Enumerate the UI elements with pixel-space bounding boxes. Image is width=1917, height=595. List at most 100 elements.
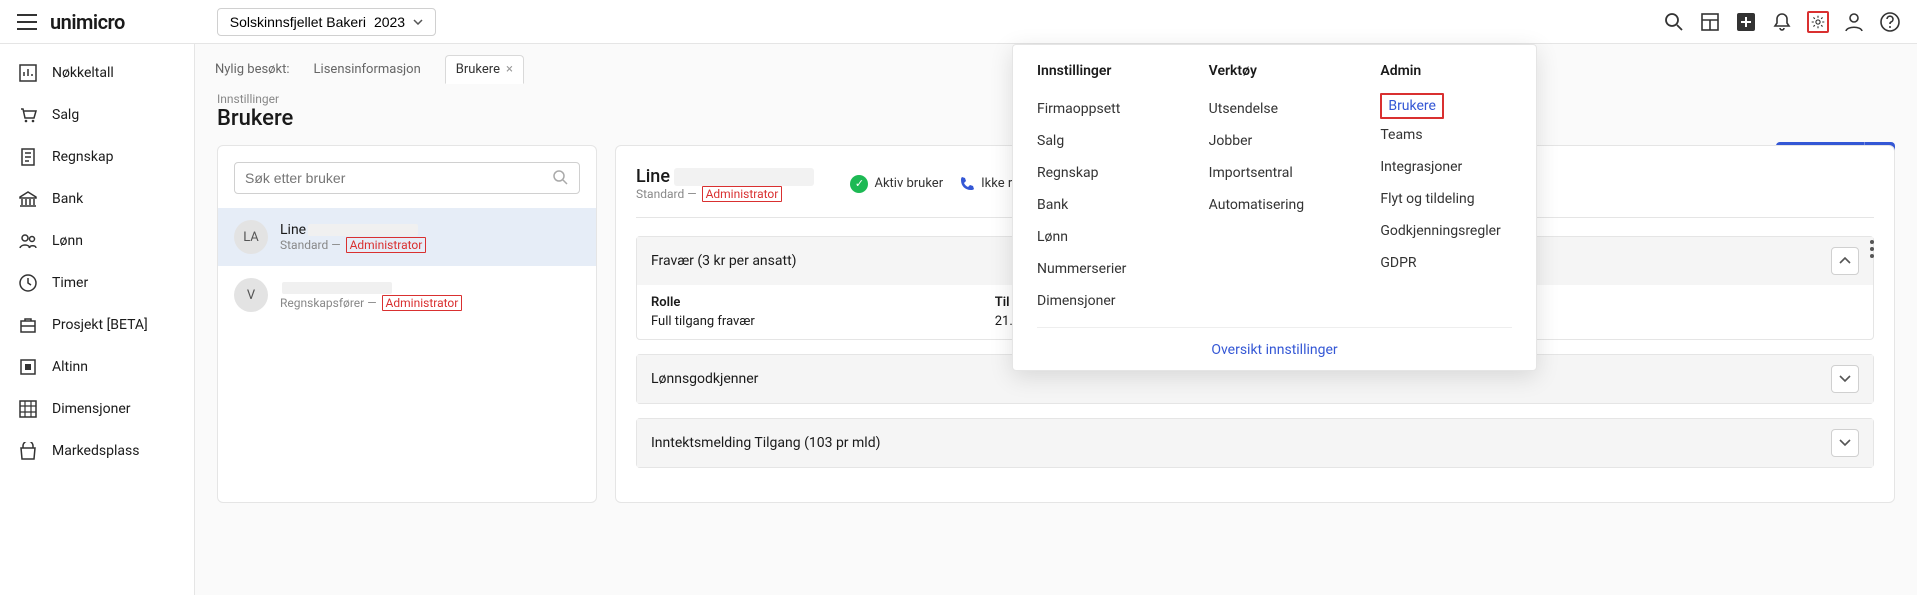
- sidebar-item-timer[interactable]: Timer: [0, 262, 194, 304]
- tab-lisensinformasjon[interactable]: Lisensinformasjon: [304, 56, 431, 83]
- sidebar-item-label: Timer: [52, 275, 88, 291]
- top-bar: unimicro Solskinnsfjellet Bakeri 2023: [0, 0, 1917, 44]
- detail-name: Line: [636, 166, 814, 187]
- dropdown-link[interactable]: Salg: [1037, 125, 1169, 157]
- help-icon[interactable]: [1879, 11, 1901, 33]
- sidebar-item-regnskap[interactable]: Regnskap: [0, 136, 194, 178]
- dropdown-link[interactable]: Utsendelse: [1209, 93, 1341, 125]
- document-icon: [18, 148, 38, 166]
- col-label: Til: [995, 295, 1013, 310]
- col-value: Full tilgang fravær: [651, 314, 755, 329]
- user-name: [280, 280, 462, 296]
- dropdown-footer-link[interactable]: Oversikt innstillinger: [1211, 342, 1337, 358]
- dropdown-link[interactable]: Firmaoppsett: [1037, 93, 1169, 125]
- gear-icon[interactable]: [1807, 11, 1829, 33]
- company-year: 2023: [374, 14, 405, 30]
- dropdown-link[interactable]: GDPR: [1380, 247, 1512, 279]
- sidebar-item-label: Markedsplass: [52, 443, 139, 459]
- dropdown-link[interactable]: Flyt og tildeling: [1380, 183, 1512, 215]
- dropdown-link[interactable]: Nummerserier: [1037, 253, 1169, 285]
- sidebar-item-label: Prosjekt [BETA]: [52, 317, 148, 333]
- user-icon[interactable]: [1843, 11, 1865, 33]
- expand-button[interactable]: [1831, 429, 1859, 457]
- bell-icon[interactable]: [1771, 11, 1793, 33]
- check-icon: ✓: [850, 175, 868, 193]
- detail-subtitle: Standard — Administrator: [636, 187, 814, 201]
- section-header[interactable]: Inntektsmelding Tilgang (103 pr mld): [637, 419, 1873, 467]
- hamburger-icon[interactable]: [16, 11, 38, 33]
- sidebar-item-prosjekt[interactable]: Prosjekt [BETA]: [0, 304, 194, 346]
- search-input[interactable]: [245, 170, 553, 186]
- admin-badge: Administrator: [382, 295, 463, 311]
- sidebar: Nøkkeltall Salg Regnskap Bank Lønn Timer…: [0, 44, 195, 595]
- clock-icon: [18, 274, 38, 292]
- sidebar-item-label: Lønn: [52, 233, 83, 249]
- dropdown-link[interactable]: Importsentral: [1209, 157, 1341, 189]
- company-name: Solskinnsfjellet Bakeri: [230, 14, 366, 30]
- sidebar-item-nokkeltall[interactable]: Nøkkeltall: [0, 52, 194, 94]
- avatar: V: [234, 278, 268, 312]
- shop-icon: [18, 442, 38, 460]
- dropdown-link[interactable]: Bank: [1037, 189, 1169, 221]
- search-icon: [553, 170, 569, 186]
- dropdown-link[interactable]: Dimensjoner: [1037, 285, 1169, 317]
- dropdown-link[interactable]: Godkjenningsregler: [1380, 215, 1512, 247]
- user-subtitle: Regnskapsfører — Administrator: [280, 296, 462, 310]
- sidebar-item-label: Bank: [52, 191, 83, 207]
- user-list-item[interactable]: LA Line Standard — Administrator: [218, 208, 596, 266]
- more-icon[interactable]: [1869, 239, 1875, 259]
- section-inntektsmelding: Inntektsmelding Tilgang (103 pr mld): [636, 418, 1874, 468]
- dropdown-col-title: Verktøy: [1209, 63, 1341, 79]
- dropdown-link-brukere[interactable]: Brukere: [1380, 93, 1444, 119]
- user-list-panel: LA Line Standard — Administrator V Regns…: [217, 145, 597, 503]
- dropdown-col-verktoy: Verktøy Utsendelse Jobber Importsentral …: [1209, 63, 1341, 317]
- dropdown-link[interactable]: Integrasjoner: [1380, 151, 1512, 183]
- dropdown-col-admin: Admin Brukere Teams Integrasjoner Flyt o…: [1380, 63, 1512, 317]
- calculator-icon[interactable]: [1699, 11, 1721, 33]
- close-icon[interactable]: ×: [506, 62, 513, 77]
- admin-badge: Administrator: [702, 186, 783, 202]
- collapse-button[interactable]: [1831, 247, 1859, 275]
- sidebar-item-dimensjoner[interactable]: Dimensjoner: [0, 388, 194, 430]
- sidebar-item-label: Altinn: [52, 359, 88, 375]
- user-name: Line: [280, 222, 426, 238]
- settings-dropdown: Innstillinger Firmaoppsett Salg Regnskap…: [1012, 44, 1537, 371]
- people-icon: [18, 232, 38, 250]
- sidebar-item-lonn[interactable]: Lønn: [0, 220, 194, 262]
- sidebar-item-label: Nøkkeltall: [52, 65, 114, 81]
- chevron-down-icon: [413, 19, 423, 25]
- sidebar-item-label: Salg: [52, 107, 79, 123]
- avatar: LA: [234, 220, 268, 254]
- dropdown-footer: Oversikt innstillinger: [1037, 327, 1512, 358]
- logo: unimicro: [50, 10, 125, 34]
- dashboard-icon: [18, 64, 38, 82]
- status-contact: Ikke re: [959, 176, 1019, 192]
- add-icon[interactable]: [1735, 11, 1757, 33]
- sidebar-item-salg[interactable]: Salg: [0, 94, 194, 136]
- sidebar-item-bank[interactable]: Bank: [0, 178, 194, 220]
- col-label: Rolle: [651, 295, 755, 310]
- status-active: ✓ Aktiv bruker: [850, 175, 943, 193]
- tab-brukere[interactable]: Brukere×: [445, 55, 524, 84]
- dropdown-link[interactable]: Automatisering: [1209, 189, 1341, 221]
- user-list-item[interactable]: V Regnskapsfører — Administrator: [218, 266, 596, 324]
- search-input-wrap[interactable]: [234, 162, 580, 194]
- sidebar-item-markedsplass[interactable]: Markedsplass: [0, 430, 194, 472]
- col-value: 21.: [995, 314, 1013, 329]
- sidebar-item-altinn[interactable]: Altinn: [0, 346, 194, 388]
- search-icon[interactable]: [1663, 11, 1685, 33]
- dropdown-link[interactable]: Jobber: [1209, 125, 1341, 157]
- user-subtitle: Standard — Administrator: [280, 238, 426, 252]
- briefcase-icon: [18, 316, 38, 334]
- dropdown-link[interactable]: Teams: [1380, 119, 1512, 151]
- sidebar-item-label: Regnskap: [52, 149, 113, 165]
- company-selector[interactable]: Solskinnsfjellet Bakeri 2023: [217, 8, 436, 36]
- recent-label: Nylig besøkt:: [215, 62, 290, 77]
- bank-icon: [18, 190, 38, 208]
- dropdown-col-innstillinger: Innstillinger Firmaoppsett Salg Regnskap…: [1037, 63, 1169, 317]
- expand-button[interactable]: [1831, 365, 1859, 393]
- dropdown-link[interactable]: Regnskap: [1037, 157, 1169, 189]
- dropdown-link[interactable]: Lønn: [1037, 221, 1169, 253]
- admin-badge: Administrator: [346, 237, 427, 253]
- dropdown-col-title: Innstillinger: [1037, 63, 1169, 79]
